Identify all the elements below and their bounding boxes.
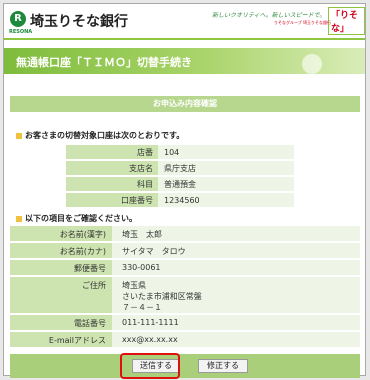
name-kanji-value: 埼玉 太郎 xyxy=(112,226,360,241)
branch-name-label: 支店名 xyxy=(66,161,158,175)
phone-value: 011-111-1111 xyxy=(112,315,360,330)
table-row: お名前(カナ) サイタマ タロウ xyxy=(10,243,360,258)
bullet-icon xyxy=(16,215,22,222)
email-value: xxx@xx.xx.xx xyxy=(112,332,360,347)
account-number-value: 1234560 xyxy=(158,193,294,207)
account-section-heading: お客さまの切替対象口座は次のとおりです。 xyxy=(16,130,184,141)
account-table: 店番 104 支店名 県庁支店 科目 普通預金 口座番号 1234560 xyxy=(66,143,294,209)
page-title: 無通帳口座「ＴＩＭＯ」切替手続き xyxy=(16,56,192,69)
table-row: E-mailアドレス xxx@xx.xx.xx xyxy=(10,332,360,347)
name-kana-label: お名前(カナ) xyxy=(10,243,112,258)
email-label: E-mailアドレス xyxy=(10,332,112,347)
bullet-icon xyxy=(16,132,22,139)
account-type-value: 普通預金 xyxy=(158,177,294,191)
details-table: お名前(漢字) 埼玉 太郎 お名前(カナ) サイタマ タロウ 郵便番号 330-006… xyxy=(10,224,360,349)
table-row: 店番 104 xyxy=(66,145,294,159)
address-line-3: ７－４－１ xyxy=(122,303,162,312)
bank-name: 埼玉りそな銀行 xyxy=(30,14,128,30)
postal-code-value: 330-0061 xyxy=(112,260,360,275)
brand-badge: 「りそな」 xyxy=(328,7,365,35)
address-label: ご住所 xyxy=(10,277,112,313)
send-button-highlight xyxy=(120,353,180,379)
resona-logo-icon: R xyxy=(10,11,26,27)
fix-button[interactable]: 修正する xyxy=(198,359,248,373)
logo-subtext: RESONA xyxy=(9,29,33,35)
account-heading-text: お客さまの切替対象口座は次のとおりです。 xyxy=(25,131,185,140)
address-line-2: さいたま市浦和区常盤 xyxy=(122,292,202,301)
details-heading-text: 以下の項目をご確認ください。 xyxy=(25,214,137,223)
store-number-value: 104 xyxy=(158,145,294,159)
tagline: 新しいクオリティへ。新しいスピードで。 xyxy=(212,12,326,19)
account-type-label: 科目 xyxy=(66,177,158,191)
table-row: お名前(漢字) 埼玉 太郎 xyxy=(10,226,360,241)
address-value: 埼玉県さいたま市浦和区常盤 ７－４－１ xyxy=(112,277,360,313)
table-row: ご住所 埼玉県さいたま市浦和区常盤 ７－４－１ xyxy=(10,277,360,313)
page-frame: R RESONA 埼玉りそな銀行 新しいクオリティへ。新しいスピードで。 「りそ… xyxy=(3,3,366,379)
postal-code-label: 郵便番号 xyxy=(10,260,112,275)
button-bar: 送信する 修正する xyxy=(10,354,360,378)
brand-note: りそなグループ 埼玉りそな銀行 xyxy=(274,20,332,25)
name-kanji-label: お名前(漢字) xyxy=(10,226,112,241)
table-row: 支店名 県庁支店 xyxy=(66,161,294,175)
details-section-heading: 以下の項目をご確認ください。 xyxy=(16,213,137,224)
table-row: 郵便番号 330-0061 xyxy=(10,260,360,275)
store-number-label: 店番 xyxy=(66,145,158,159)
table-row: 電話番号 011-111-1111 xyxy=(10,315,360,330)
banner-decoration xyxy=(302,54,322,74)
site-header: R RESONA 埼玉りそな銀行 新しいクオリティへ。新しいスピードで。 「りそ… xyxy=(4,4,365,40)
table-row: 口座番号 1234560 xyxy=(66,193,294,207)
name-kana-value: サイタマ タロウ xyxy=(112,243,360,258)
address-line-1: 埼玉県 xyxy=(122,281,146,290)
panel-title: お申込み内容確認 xyxy=(10,96,360,112)
branch-name-value: 県庁支店 xyxy=(158,161,294,175)
account-number-label: 口座番号 xyxy=(66,193,158,207)
table-row: 科目 普通預金 xyxy=(66,177,294,191)
page-banner: 無通帳口座「ＴＩＭＯ」切替手続き xyxy=(4,48,365,74)
phone-label: 電話番号 xyxy=(10,315,112,330)
